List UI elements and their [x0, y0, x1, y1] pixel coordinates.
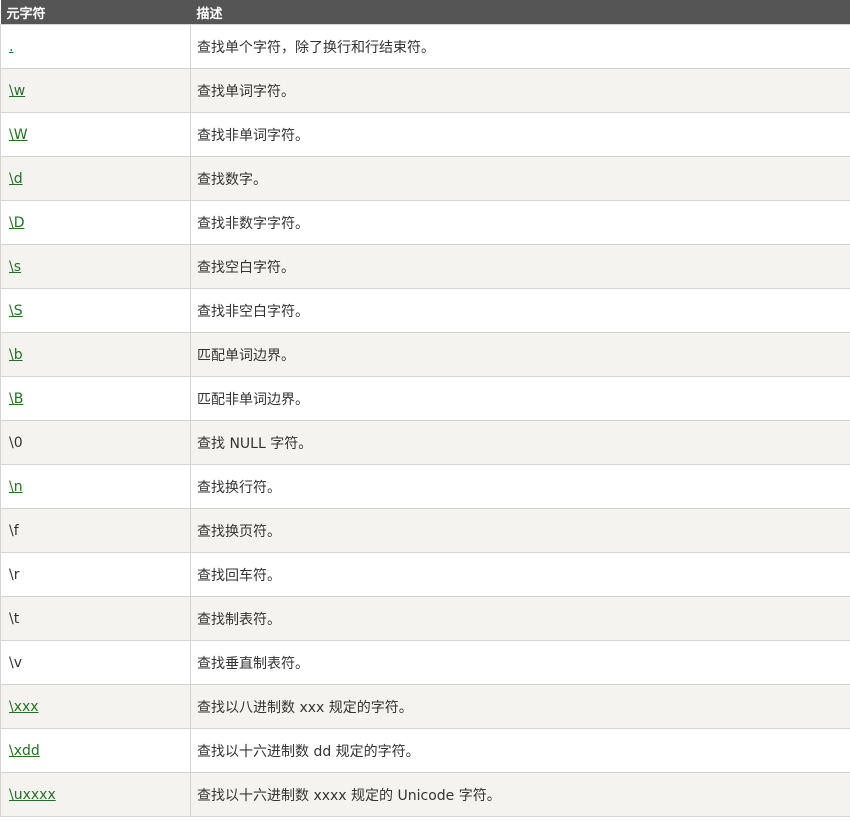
- metacharacter-cell: \uxxxx: [0, 772, 191, 817]
- metacharacter-cell: \xdd: [0, 728, 191, 773]
- metacharacter-cell: \n: [0, 464, 191, 509]
- metacharacter-cell: \D: [0, 200, 191, 245]
- table-row: \w 查找单词字符。: [0, 68, 850, 113]
- metacharacter-link[interactable]: \xdd: [9, 743, 40, 759]
- table-body: . 查找单个字符，除了换行和行结束符。 \w 查找单词字符。 \W 查找非单词字符。 \d 查…: [0, 24, 850, 817]
- metacharacter-link[interactable]: \s: [9, 259, 21, 275]
- table-row: \t 查找制表符。: [0, 596, 850, 641]
- metacharacter-cell: \r: [0, 552, 191, 597]
- metacharacter-text: \0: [9, 434, 23, 451]
- description-cell: 查找以十六进制数 dd 规定的字符。: [190, 728, 850, 773]
- metacharacter-link[interactable]: \n: [9, 479, 23, 495]
- metacharacter-cell: \d: [0, 156, 191, 201]
- metacharacter-cell: \f: [0, 508, 191, 553]
- table-row: \W 查找非单词字符。: [0, 112, 850, 157]
- metacharacter-cell: \t: [0, 596, 191, 641]
- metacharacter-link[interactable]: \S: [9, 303, 23, 319]
- metacharacter-text: \t: [9, 610, 20, 627]
- metacharacter-cell: .: [0, 24, 191, 69]
- description-cell: 查找非空白字符。: [190, 288, 850, 333]
- metacharacter-cell: \w: [0, 68, 191, 113]
- metacharacter-cell: \W: [0, 112, 191, 157]
- description-cell: 查找非数字字符。: [190, 200, 850, 245]
- description-cell: 查找垂直制表符。: [190, 640, 850, 685]
- description-cell: 查找空白字符。: [190, 244, 850, 289]
- metacharacter-cell: \B: [0, 376, 191, 421]
- metacharacter-link[interactable]: \xxx: [9, 699, 39, 715]
- description-cell: 查找数字。: [190, 156, 850, 201]
- table-row: \S 查找非空白字符。: [0, 288, 850, 333]
- table-row: \b 匹配单词边界。: [0, 332, 850, 377]
- description-cell: 查找单词字符。: [190, 68, 850, 113]
- metacharacter-text: \r: [9, 566, 20, 583]
- metacharacter-cell: \S: [0, 288, 191, 333]
- table-row: \f 查找换页符。: [0, 508, 850, 553]
- metacharacter-cell: \0: [0, 420, 191, 465]
- description-cell: 查找以十六进制数 xxxx 规定的 Unicode 字符。: [190, 772, 850, 817]
- table-row: \D 查找非数字字符。: [0, 200, 850, 245]
- metacharacter-text: \f: [9, 522, 19, 539]
- description-cell: 匹配单词边界。: [190, 332, 850, 377]
- metacharacter-link[interactable]: \uxxxx: [9, 787, 56, 803]
- metacharacter-link[interactable]: \w: [9, 83, 25, 99]
- description-cell: 查找换行符。: [190, 464, 850, 509]
- description-cell: 查找回车符。: [190, 552, 850, 597]
- metacharacter-link[interactable]: .: [9, 39, 13, 55]
- description-cell: 查找制表符。: [190, 596, 850, 641]
- metacharacter-link[interactable]: \b: [9, 347, 23, 363]
- description-cell: 查找单个字符，除了换行和行结束符。: [190, 24, 850, 69]
- metacharacter-link[interactable]: \d: [9, 171, 23, 187]
- header-description: 描述: [190, 0, 850, 25]
- table-row: \d 查找数字。: [0, 156, 850, 201]
- metacharacter-cell: \xxx: [0, 684, 191, 729]
- metacharacter-text: \v: [9, 654, 23, 671]
- table-row: \v 查找垂直制表符。: [0, 640, 850, 685]
- description-cell: 查找非单词字符。: [190, 112, 850, 157]
- description-cell: 查找 NULL 字符。: [190, 420, 850, 465]
- description-cell: 查找换页符。: [190, 508, 850, 553]
- metacharacter-table: 元字符 描述 . 查找单个字符，除了换行和行结束符。 \w 查找单词字符。 \W 查找非单…: [0, 0, 850, 817]
- table-row: . 查找单个字符，除了换行和行结束符。: [0, 24, 850, 69]
- table-row: \0 查找 NULL 字符。: [0, 420, 850, 465]
- table-row: \xxx 查找以八进制数 xxx 规定的字符。: [0, 684, 850, 729]
- table-row: \r 查找回车符。: [0, 552, 850, 597]
- description-cell: 匹配非单词边界。: [190, 376, 850, 421]
- table-row: \xdd 查找以十六进制数 dd 规定的字符。: [0, 728, 850, 773]
- metacharacter-link[interactable]: \B: [9, 391, 23, 407]
- table-row: \s 查找空白字符。: [0, 244, 850, 289]
- metacharacter-cell: \s: [0, 244, 191, 289]
- table-row: \uxxxx 查找以十六进制数 xxxx 规定的 Unicode 字符。: [0, 772, 850, 817]
- table-row: \n 查找换行符。: [0, 464, 850, 509]
- description-cell: 查找以八进制数 xxx 规定的字符。: [190, 684, 850, 729]
- metacharacter-link[interactable]: \W: [9, 127, 28, 143]
- header-metacharacter: 元字符: [0, 0, 191, 25]
- header-row: 元字符 描述: [0, 0, 850, 25]
- metacharacter-cell: \b: [0, 332, 191, 377]
- table-row: \B 匹配非单词边界。: [0, 376, 850, 421]
- metacharacter-link[interactable]: \D: [9, 215, 25, 231]
- table-header: 元字符 描述: [0, 0, 850, 25]
- metacharacter-cell: \v: [0, 640, 191, 685]
